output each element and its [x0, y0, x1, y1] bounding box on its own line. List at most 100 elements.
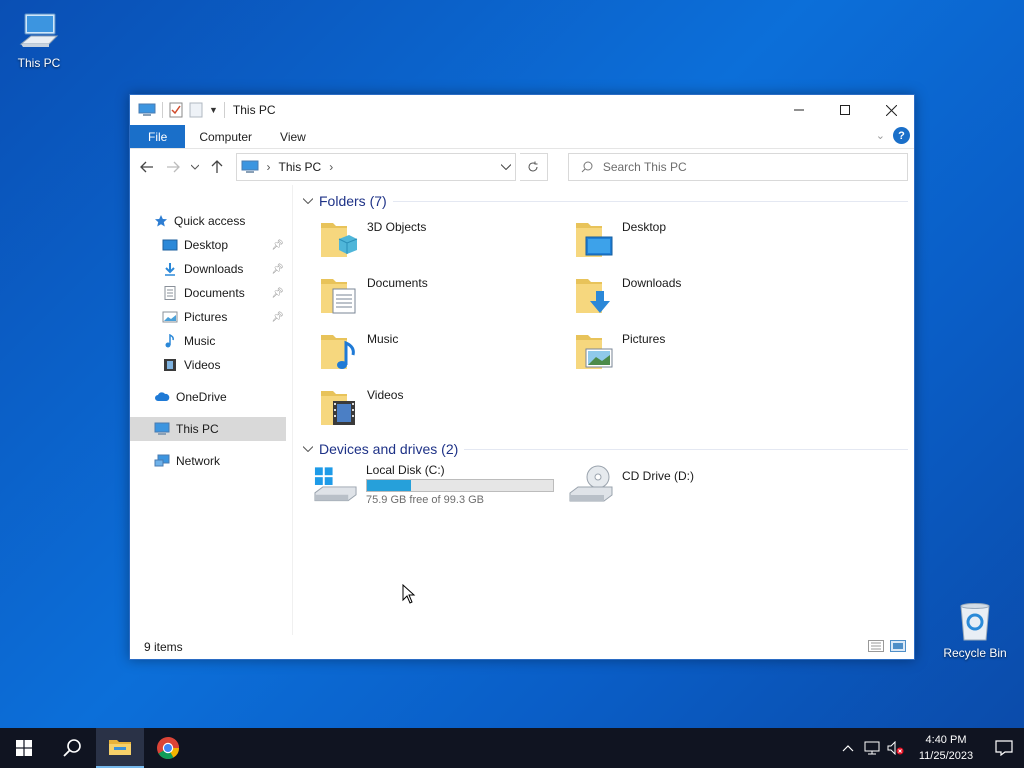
folder-label: Videos [367, 388, 404, 402]
folder-videos[interactable]: Videos [299, 379, 554, 435]
folder-music-icon [321, 335, 355, 369]
back-button[interactable] [136, 156, 158, 178]
desktop-this-pc[interactable]: This PC [3, 10, 75, 70]
sidebar-item-network[interactable]: Network [130, 449, 292, 473]
folder-label: Desktop [622, 220, 667, 234]
sidebar-item-downloads[interactable]: Downloads 📌︎ [130, 257, 292, 281]
start-button[interactable] [0, 728, 48, 768]
folder-documents[interactable]: Documents [299, 267, 554, 323]
properties-icon[interactable] [169, 102, 183, 118]
show-hidden-icons-button[interactable] [836, 744, 860, 752]
sidebar-item-pictures[interactable]: Pictures 📌︎ [130, 305, 292, 329]
group-title: Devices and drives (2) [319, 441, 459, 457]
sidebar-item-label: OneDrive [176, 390, 227, 404]
drive-usage-bar [366, 479, 554, 492]
network-status-button[interactable] [860, 741, 884, 755]
music-icon [165, 334, 174, 348]
help-icon[interactable]: ? [893, 127, 910, 144]
file-view: Folders (7) 3D Objects Desktop Documents… [293, 185, 914, 635]
desktop-icon-label: This PC [17, 56, 61, 70]
drives-grid: Local Disk (C:) 75.9 GB free of 99.3 GB [299, 459, 914, 523]
taskbar: 4:40 PM 11/25/2023 [0, 728, 1024, 768]
tab-view[interactable]: View [266, 125, 320, 148]
folder-desktop[interactable]: Desktop [554, 211, 809, 267]
new-folder-icon[interactable] [189, 102, 203, 118]
sidebar-item-documents[interactable]: Documents 📌︎ [130, 281, 292, 305]
sidebar-item-label: Network [176, 454, 221, 468]
navigation-bar: › This PC › [130, 149, 914, 185]
refresh-button[interactable] [519, 153, 548, 181]
pin-icon: 📌︎ [271, 239, 284, 251]
sidebar-item-label: Desktop [184, 238, 229, 252]
quick-access-toolbar: ▼ [130, 102, 225, 118]
sidebar-item-label: This PC [176, 422, 219, 436]
folder-videos-icon [321, 391, 355, 425]
sidebar-item-quick-access[interactable]: Quick access [130, 209, 292, 233]
search-button[interactable] [48, 728, 96, 768]
breadcrumb-item[interactable]: This PC [279, 160, 322, 174]
forward-button[interactable] [162, 156, 184, 178]
desktop-icon-label: Recycle Bin [943, 646, 1007, 660]
drive-free-space: 75.9 GB free of 99.3 GB [366, 494, 485, 506]
sidebar-item-onedrive[interactable]: OneDrive [130, 385, 292, 409]
desktop-recycle-bin[interactable]: Recycle Bin [939, 600, 1011, 660]
sidebar-item-label: Music [184, 334, 216, 348]
desktop-icon [162, 239, 178, 251]
picture-icon [162, 311, 178, 323]
sidebar-item-desktop[interactable]: Desktop 📌︎ [130, 233, 292, 257]
recent-locations-button[interactable] [188, 156, 202, 178]
drive-local-disk-c[interactable]: Local Disk (C:) 75.9 GB free of 99.3 GB [299, 459, 554, 523]
folders-grid: 3D Objects Desktop Documents Downloads M… [299, 211, 914, 435]
details-view-icon[interactable] [868, 640, 884, 652]
tab-computer[interactable]: Computer [185, 125, 266, 148]
refresh-icon [528, 161, 538, 172]
folder-music[interactable]: Music [299, 323, 554, 379]
folder-label: Pictures [622, 332, 666, 346]
mouse-cursor-icon [402, 584, 416, 604]
tab-file[interactable]: File [130, 125, 186, 148]
folder-pictures-icon [576, 335, 613, 369]
divider [223, 102, 225, 118]
folder-downloads[interactable]: Downloads [554, 267, 809, 323]
breadcrumb-separator-icon[interactable]: › [267, 160, 271, 174]
minimize-button[interactable] [776, 95, 822, 125]
close-button[interactable] [868, 95, 914, 125]
sidebar-item-music[interactable]: Music [130, 329, 292, 353]
taskbar-file-explorer[interactable] [96, 728, 144, 768]
search-box[interactable] [567, 153, 908, 181]
folder-label: Downloads [622, 276, 682, 290]
drives-group-header[interactable]: Devices and drives (2) [299, 439, 914, 459]
title-bar[interactable]: ▼ This PC [130, 95, 914, 125]
download-icon [165, 263, 175, 276]
maximize-button[interactable] [822, 95, 868, 125]
address-bar[interactable]: › This PC › [235, 153, 516, 181]
large-icons-view-icon[interactable] [890, 640, 906, 652]
folder-3d-objects[interactable]: 3D Objects [299, 211, 554, 267]
volume-button[interactable] [884, 741, 908, 755]
expand-ribbon-icon[interactable]: ⌄ [876, 129, 885, 142]
windows-drive-icon [314, 467, 357, 502]
breadcrumb-separator-icon[interactable]: › [329, 160, 333, 174]
explorer-window: ▼ This PC File Computer View ⌄ ? › This … [129, 94, 915, 660]
folder-pictures[interactable]: Pictures [554, 323, 809, 379]
address-dropdown-icon[interactable] [500, 159, 512, 173]
customize-qat-dropdown-icon[interactable]: ▼ [209, 105, 218, 115]
sidebar-item-videos[interactable]: Videos [130, 353, 292, 377]
chevron-down-icon [302, 443, 314, 455]
up-button[interactable] [206, 156, 228, 178]
close-icon [885, 104, 897, 116]
taskbar-chrome[interactable] [144, 728, 192, 768]
divider [162, 102, 163, 118]
sidebar-item-label: Documents [184, 286, 245, 300]
chevron-up-icon [842, 745, 854, 752]
view-toggles [868, 640, 906, 652]
clock[interactable]: 4:40 PM 11/25/2023 [908, 732, 984, 764]
sidebar-item-this-pc[interactable]: This PC [130, 417, 286, 441]
drive-cd-d[interactable]: CD Drive (D:) [554, 459, 809, 523]
search-input[interactable] [602, 160, 903, 174]
folders-group-header[interactable]: Folders (7) [299, 191, 914, 211]
action-center-button[interactable] [984, 740, 1024, 756]
